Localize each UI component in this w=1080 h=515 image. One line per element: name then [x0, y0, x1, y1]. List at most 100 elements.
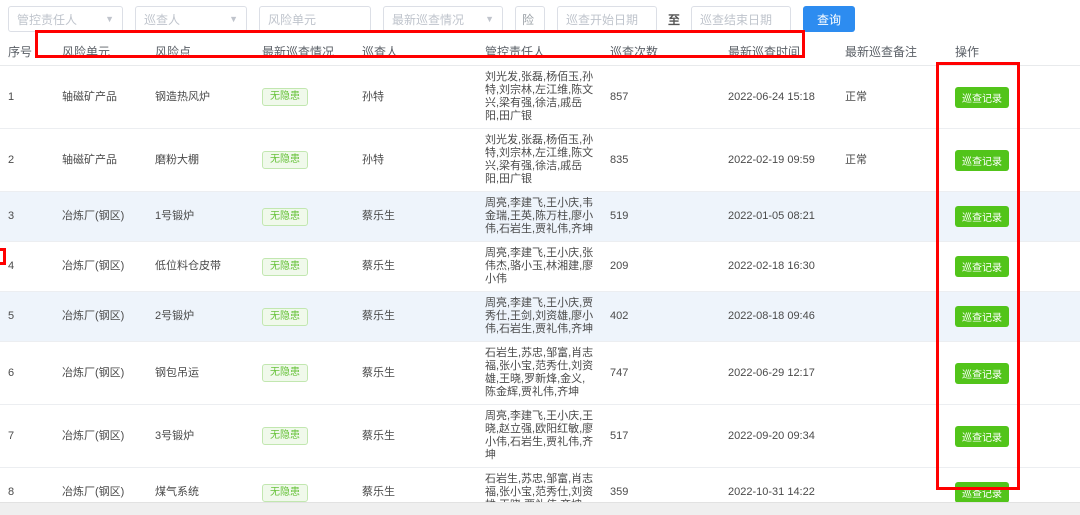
table-row: 5 冶炼厂(钢区) 2号锻炉 无隐患 蔡乐生 周亮,李建飞,王小庆,贾秀仕,王剑… — [0, 292, 1080, 342]
search-button[interactable]: 查询 — [803, 6, 856, 32]
cell-risk-unit: 轴磁矿产品 — [62, 153, 117, 166]
inspection-record-button[interactable]: 巡查记录 — [955, 86, 1009, 108]
status-badge: 无隐患 — [262, 257, 308, 276]
cell-responsible: 周亮,李建飞,王小庆,韦金瑞,王英,陈万柱,廖小伟,石岩生,贾礼伟,齐坤 — [485, 197, 594, 235]
status-badge: 无隐患 — [262, 427, 308, 445]
latest-status-placeholder: 最新巡查情况 — [392, 12, 465, 27]
cell-index: 1 — [8, 90, 15, 103]
cell-risk-point: 3号锻炉 — [155, 429, 195, 442]
cell-actions: 巡查记录 — [947, 358, 1080, 389]
mini-input[interactable]: 险 — [515, 6, 545, 32]
filter-bar: 管控责任人 ▼ 巡查人 ▼ 风险单元 最新巡查情况 ▼ 险 巡查开始日期 至 巡… — [0, 0, 1080, 38]
cell-risk-point: 钢造热风炉 — [155, 90, 210, 103]
header-risk-point: 风险点 — [155, 45, 192, 59]
footer-strip — [0, 502, 1080, 515]
header-time: 最新巡查时间 — [728, 45, 801, 59]
cell-time: 2022-01-05 08:21 — [728, 210, 815, 222]
end-date-placeholder: 巡查结束日期 — [700, 12, 773, 27]
risk-unit-placeholder: 风险单元 — [268, 12, 317, 27]
status-badge: 无隐患 — [262, 307, 308, 326]
cell-responsible: 刘光发,张磊,杨佰玉,孙特,刘宗林,左江维,陈文兴,梁有强,徐洁,戚岳阳,田广银 — [485, 134, 594, 185]
inspector-placeholder: 巡查人 — [144, 12, 181, 27]
cell-actions: 巡查记录 — [947, 421, 1080, 452]
inspection-record-button[interactable]: 巡查记录 — [955, 256, 1009, 277]
cell-responsible: 周亮,李建飞,王小庆,王晓,赵立强,欧阳红敏,廖小伟,石岩生,贾礼伟,齐坤 — [485, 410, 594, 461]
inspection-record-button[interactable]: 巡查记录 — [955, 306, 1009, 327]
cell-risk-unit: 冶炼厂(钢区) — [62, 366, 125, 379]
cell-index: 4 — [8, 260, 15, 272]
header-actions: 操作 — [955, 45, 980, 59]
cell-index: 7 — [8, 429, 15, 442]
cell-inspector: 蔡乐生 — [362, 366, 395, 379]
cell-time: 2022-08-18 09:46 — [728, 310, 815, 322]
inspection-end-date-input[interactable]: 巡查结束日期 — [691, 6, 791, 32]
cell-status: 无隐患 — [254, 422, 354, 450]
cell-count: 209 — [610, 260, 629, 272]
cell-time: 2022-10-31 14:22 — [728, 486, 815, 498]
cell-index: 3 — [8, 210, 15, 222]
cell-responsible: 周亮,李建飞,王小庆,贾秀仕,王剑,刘资雄,廖小伟,石岩生,贾礼伟,齐坤 — [485, 297, 594, 335]
table-row: 2 轴磁矿产品 磨粉大棚 无隐患 孙特 刘光发,张磊,杨佰玉,孙特,刘宗林,左江… — [0, 129, 1080, 192]
cell-status: 无隐患 — [254, 303, 354, 331]
header-inspector: 巡查人 — [362, 45, 399, 59]
cell-index: 8 — [8, 486, 15, 498]
cell-remark — [837, 431, 947, 441]
header-index: 序号 — [8, 45, 33, 59]
header-count: 巡查次数 — [610, 45, 659, 59]
cell-actions: 巡查记录 — [947, 251, 1080, 282]
responsible-person-select[interactable]: 管控责任人 ▼ — [8, 6, 123, 32]
risk-unit-input[interactable]: 风险单元 — [259, 6, 371, 32]
inspection-record-button[interactable]: 巡查记录 — [955, 362, 1009, 384]
inspection-record-button[interactable]: 巡查记录 — [955, 149, 1009, 171]
cell-time: 2022-02-19 09:59 — [728, 153, 815, 166]
inspection-record-button[interactable]: 巡查记录 — [955, 206, 1009, 227]
cell-index: 2 — [8, 153, 15, 166]
start-date-placeholder: 巡查开始日期 — [566, 12, 639, 27]
cell-remark: 正常 — [845, 90, 867, 103]
cell-risk-point: 磨粉大棚 — [155, 153, 199, 166]
cell-inspector: 蔡乐生 — [362, 260, 395, 272]
inspection-record-button[interactable]: 巡查记录 — [955, 482, 1009, 503]
cell-risk-point: 2号锻炉 — [155, 310, 195, 322]
inspection-records-page: 管控责任人 ▼ 巡查人 ▼ 风险单元 最新巡查情况 ▼ 险 巡查开始日期 至 巡… — [0, 0, 1080, 515]
cell-status: 无隐患 — [254, 83, 354, 111]
status-badge: 无隐患 — [262, 483, 308, 502]
cell-count: 747 — [610, 366, 629, 379]
cell-actions: 巡查记录 — [947, 145, 1080, 176]
responsible-person-placeholder: 管控责任人 — [17, 12, 78, 27]
mini-input-value: 险 — [522, 12, 535, 27]
header-status: 最新巡查情况 — [262, 45, 335, 59]
table-row: 6 冶炼厂(钢区) 钢包吊运 无隐患 蔡乐生 石岩生,苏忠,邹富,肖志福,张小宝… — [0, 342, 1080, 405]
header-risk-unit: 风险单元 — [62, 45, 111, 59]
cell-count: 402 — [610, 310, 629, 322]
cell-remark — [837, 262, 947, 272]
chevron-down-icon: ▼ — [485, 14, 494, 24]
cell-risk-unit: 冶炼厂(钢区) — [62, 210, 125, 222]
inspection-start-date-input[interactable]: 巡查开始日期 — [557, 6, 657, 32]
cell-risk-point: 1号锻炉 — [155, 210, 195, 222]
cell-risk-point: 钢包吊运 — [155, 366, 199, 379]
table-row: 1 轴磁矿产品 钢造热风炉 无隐患 孙特 刘光发,张磊,杨佰玉,孙特,刘宗林,左… — [0, 66, 1080, 129]
cell-actions: 巡查记录 — [947, 82, 1080, 113]
cell-count: 857 — [610, 90, 629, 103]
latest-status-select[interactable]: 最新巡查情况 ▼ — [383, 6, 503, 32]
cell-inspector: 蔡乐生 — [362, 486, 395, 498]
cell-inspector: 孙特 — [362, 90, 384, 103]
cell-inspector: 蔡乐生 — [362, 310, 395, 322]
cell-time: 2022-06-29 12:17 — [728, 366, 815, 379]
cell-inspector: 孙特 — [362, 153, 384, 166]
status-badge: 无隐患 — [262, 88, 308, 106]
inspector-select[interactable]: 巡查人 ▼ — [135, 6, 247, 32]
cell-count: 359 — [610, 486, 629, 498]
cell-risk-unit: 冶炼厂(钢区) — [62, 486, 125, 498]
cell-time: 2022-06-24 15:18 — [728, 90, 815, 103]
cell-inspector: 蔡乐生 — [362, 210, 395, 222]
inspection-record-button[interactable]: 巡查记录 — [955, 425, 1009, 447]
status-badge: 无隐患 — [262, 151, 308, 169]
status-badge: 无隐患 — [262, 207, 308, 226]
cell-status: 无隐患 — [254, 146, 354, 174]
cell-count: 835 — [610, 153, 629, 166]
cell-responsible: 石岩生,苏忠,邹富,肖志福,张小宝,范秀仕,刘资雄,王晓,罗新烽,金义,陈金辉,… — [485, 347, 594, 398]
chevron-down-icon: ▼ — [105, 14, 114, 24]
date-range-to-icon: 至 — [667, 12, 680, 27]
